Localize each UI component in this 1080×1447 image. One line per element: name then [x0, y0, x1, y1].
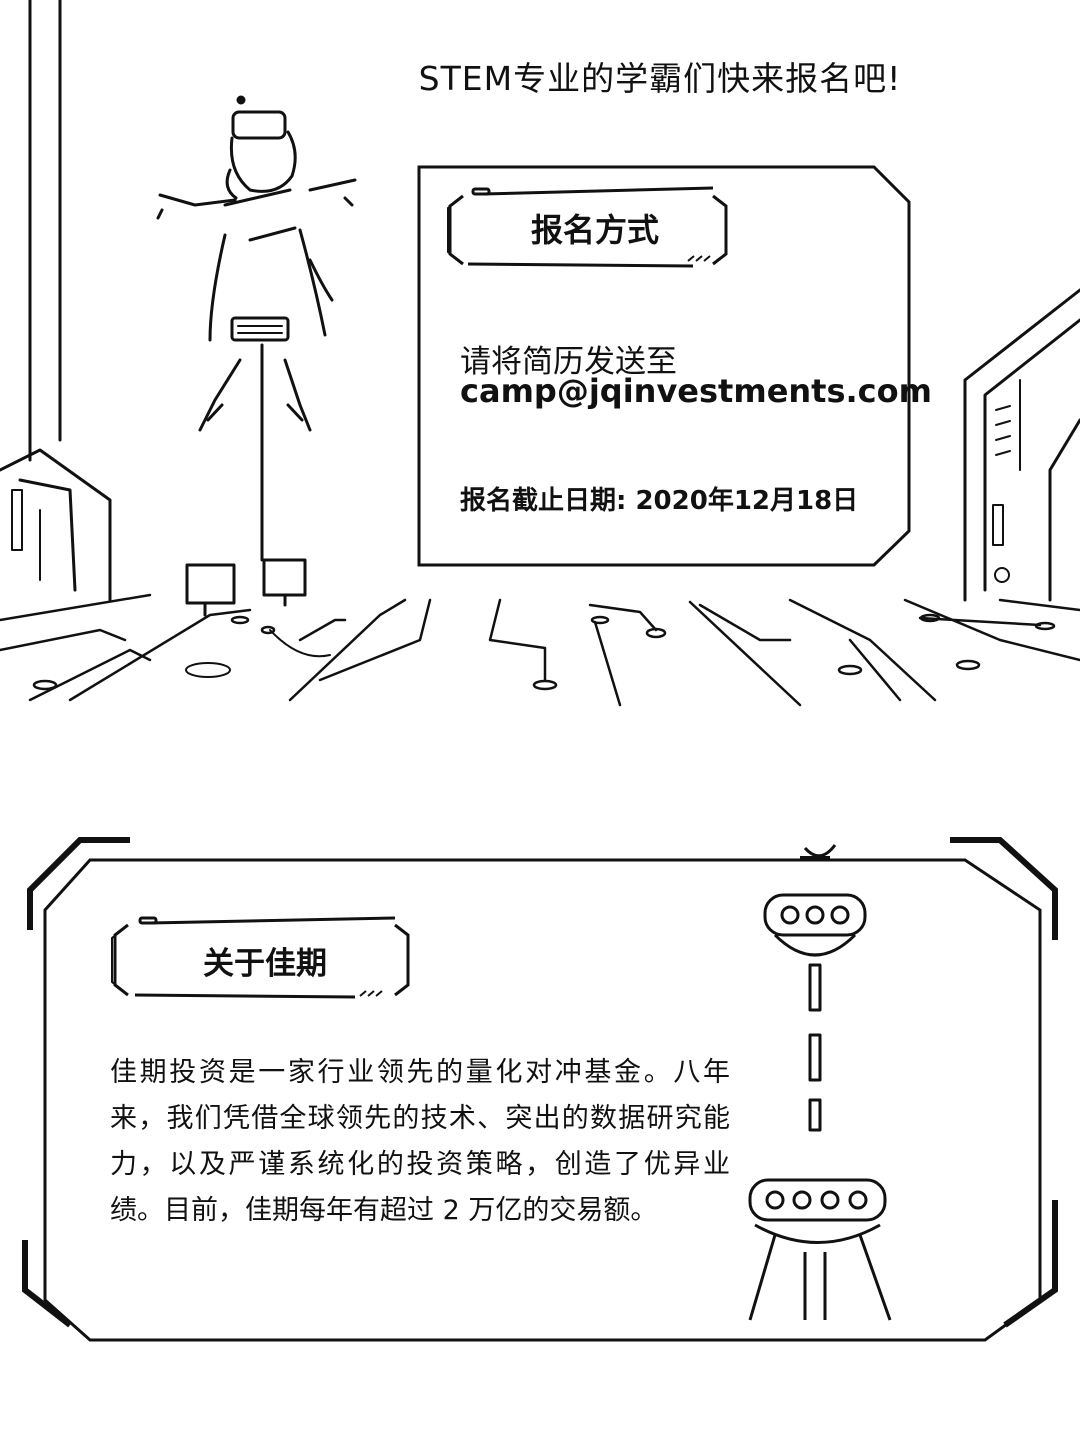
circuit-floor-illustration	[0, 593, 1080, 707]
server-panel-illustration	[963, 288, 1080, 602]
about-title: 关于佳期	[203, 946, 327, 982]
robot-figure-illustration	[156, 95, 357, 678]
signup-title: 报名方式	[530, 211, 659, 249]
signup-deadline-text: 报名截止日期: 2020年12月18日	[460, 486, 859, 516]
left-wall-structure	[0, 0, 112, 602]
signup-email-link[interactable]: camp@jqinvestments.com	[460, 372, 932, 410]
about-body-text: 佳期投资是一家行业领先的量化对冲基金。八年来，我们凭借全球领先的技术、突出的数据…	[110, 1057, 730, 1226]
lamp-tower-illustration	[748, 893, 892, 1321]
headline-text: STEM专业的学霸们快来报名吧!	[418, 59, 902, 98]
